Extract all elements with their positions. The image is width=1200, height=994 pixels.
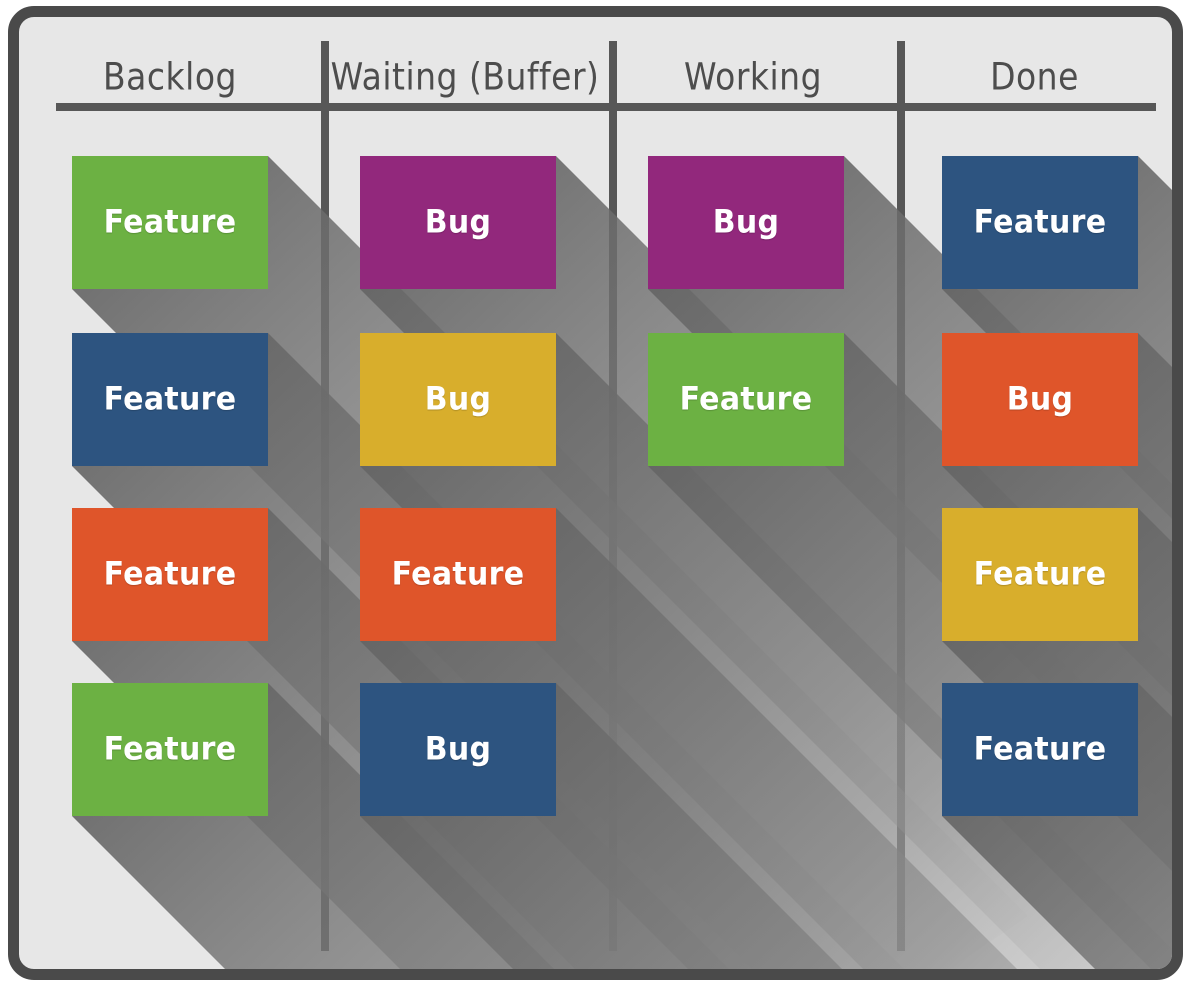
card-done-feature-1[interactable]: Feature [942, 156, 1138, 289]
card-slot: Feature [942, 683, 1172, 969]
header-divider-rule [56, 103, 1156, 111]
card-done-feature-3[interactable]: Feature [942, 508, 1138, 641]
card-waiting-buffer-feature-3[interactable]: Feature [360, 508, 556, 641]
card-backlog-feature-4[interactable]: Feature [72, 683, 268, 816]
card-label: Bug [1006, 380, 1074, 419]
card-slot: Feature [648, 333, 1172, 969]
card-waiting-buffer-bug-1[interactable]: Bug [360, 156, 556, 289]
card-slot: Bug [648, 156, 1172, 813]
card-slot: Feature [72, 156, 1028, 969]
card-label: Bug [424, 380, 492, 419]
card-working-feature-2[interactable]: Feature [648, 333, 844, 466]
card-slot: Feature [942, 156, 1172, 519]
cards-layer: Feature Feature Feature Feature Bug Bug Featur… [19, 17, 1172, 969]
card-slot: Bug [360, 156, 1172, 969]
card-slot: Feature [360, 508, 1017, 969]
card-done-bug-2[interactable]: Bug [942, 333, 1138, 466]
card-label: Feature [973, 555, 1107, 594]
card-backlog-feature-3[interactable]: Feature [72, 508, 268, 641]
card-backlog-feature-1[interactable]: Feature [72, 156, 268, 289]
card-slot: Bug [942, 333, 1172, 696]
card-done-feature-4[interactable]: Feature [942, 683, 1138, 816]
card-backlog-feature-2[interactable]: Feature [72, 333, 268, 466]
card-slot: Bug [360, 333, 1172, 969]
card-waiting-buffer-bug-2[interactable]: Bug [360, 333, 556, 466]
card-label: Feature [103, 203, 237, 242]
kanban-board-root: Backlog Waiting (Buffer) Working Done Featu… [0, 0, 1200, 994]
card-slot: Feature [72, 333, 904, 969]
card-label: Bug [424, 730, 492, 769]
card-label: Feature [103, 730, 237, 769]
card-waiting-buffer-bug-4[interactable]: Bug [360, 683, 556, 816]
card-label: Feature [103, 555, 237, 594]
card-slot: Bug [360, 683, 842, 969]
card-label: Feature [391, 555, 525, 594]
card-label: Feature [973, 730, 1107, 769]
card-working-bug-1[interactable]: Bug [648, 156, 844, 289]
card-label: Feature [679, 380, 813, 419]
card-label: Feature [103, 380, 237, 419]
card-slot: Feature [72, 508, 729, 969]
card-label: Bug [424, 203, 492, 242]
board-frame: Backlog Waiting (Buffer) Working Done Featu… [8, 6, 1183, 980]
card-label: Bug [712, 203, 780, 242]
card-slot: Feature [942, 508, 1172, 871]
card-label: Feature [973, 203, 1107, 242]
card-slot: Feature [72, 683, 554, 969]
